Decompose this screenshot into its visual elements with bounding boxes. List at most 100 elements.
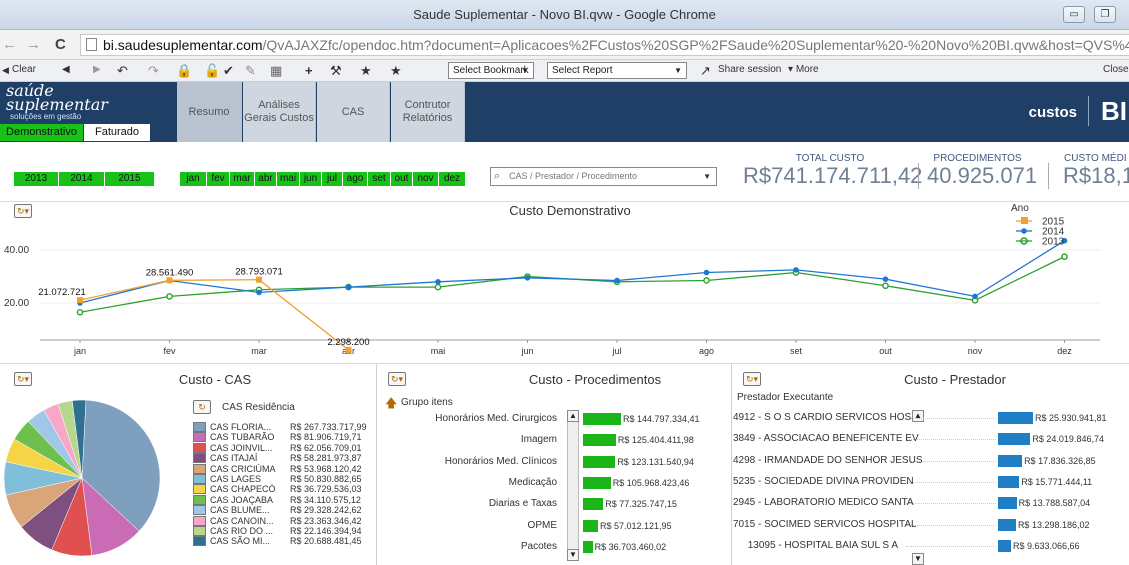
brand-label: custos (1028, 104, 1077, 121)
filter-year-2014[interactable]: 2014 (59, 172, 104, 186)
prest-row[interactable]: 4298 - IRMANDADE DO SENHOR JESUS R$ 17.83… (733, 453, 1129, 469)
cycle-chart-icon[interactable]: ↻▾ (14, 372, 32, 386)
data-point-2014 (524, 275, 531, 281)
cas-legend-value: R$ 267.733.717,99 (290, 422, 367, 432)
proc-row-bar (583, 434, 616, 447)
legend-swatch (193, 505, 206, 516)
cas-legend-name: CAS ITAJAÍ (210, 453, 258, 464)
prest-row[interactable]: 4912 - S O S CARDIO SERVICOS HOS R$ 25.93… (733, 410, 1129, 426)
x-tick-label: jan (73, 346, 86, 356)
back-selection-icon[interactable]: ◀ (62, 64, 70, 75)
data-label: 28.793.071 (235, 267, 283, 278)
current-selections-icon[interactable]: ✔ (223, 63, 234, 79)
redo-icon[interactable]: ↷ (148, 63, 159, 79)
restore-button[interactable]: ❐ (1094, 6, 1116, 23)
filter-month-mai[interactable]: mai (277, 172, 299, 186)
filter-year-2013[interactable]: 2013 (14, 172, 58, 186)
filter-month-ago[interactable]: ago (343, 172, 367, 186)
filter-month-mar[interactable]: mar (230, 172, 254, 186)
filter-month-out[interactable]: out (391, 172, 412, 186)
leader-line (906, 545, 996, 547)
tab-demonstrativo[interactable]: Demonstrativo (0, 124, 83, 141)
prest-row[interactable]: 3849 - ASSOCIACAO BENEFICENTE EV R$ 24.01… (733, 431, 1129, 447)
proc-row[interactable]: Pacotes R$ 36.703.460,02 (380, 539, 730, 555)
more-button[interactable]: ▾ More (788, 64, 819, 75)
filter-month-jun[interactable]: jun (300, 172, 321, 186)
prest-row[interactable]: 2945 - LABORATORIO MEDICO SANTA R$ 13.788… (733, 495, 1129, 511)
clear-button[interactable]: Clear (12, 64, 36, 75)
proc-row-label: Imagem (520, 434, 557, 446)
cycle-chart-icon[interactable]: ↻▾ (388, 372, 406, 386)
filter-month-dez[interactable]: dez (439, 172, 465, 186)
prest-row-bar (998, 433, 1031, 446)
proc-row[interactable]: Honorários Med. Clínicos R$ 123.131.540,9… (380, 454, 730, 470)
data-point-2014 (345, 284, 352, 290)
reload-icon[interactable]: C (55, 36, 66, 53)
proc-row[interactable]: Honorários Med. Cirurgicos R$ 144.797.334… (380, 411, 730, 427)
forward-selection-icon[interactable]: ▶ (93, 64, 101, 75)
x-tick-label: jul (611, 346, 621, 356)
filter-month-jul[interactable]: jul (322, 172, 342, 186)
share-session-button[interactable]: Share session (718, 64, 781, 75)
prest-row[interactable]: 5235 - SOCIEDADE DIVINA PROVIDEN R$ 15.77… (733, 474, 1129, 490)
prest-row-label: 5235 - SOCIEDADE DIVINA PROVIDEN (733, 475, 914, 487)
filter-year-2015[interactable]: 2015 (105, 172, 154, 186)
proc-row[interactable]: OPME R$ 57.012.121,95 (380, 518, 730, 534)
proc-row[interactable]: Diarias e Taxas R$ 77.325.747,15 (380, 496, 730, 512)
chart-icon[interactable]: ▦ (270, 63, 282, 79)
browser-address-bar: ← → C bi.saudesuplementar.com/QvAJAXZfc/… (0, 30, 1129, 60)
unlock-icon[interactable]: 🔓 (204, 63, 220, 79)
repository-icon[interactable]: ⚒ (330, 63, 342, 79)
tab-cas[interactable]: CAS (317, 82, 390, 142)
filter-month-set[interactable]: set (368, 172, 390, 186)
proc-row-value: R$ 57.012.121,95 (599, 520, 672, 531)
data-point-2014 (256, 289, 262, 296)
cycle-chart-icon[interactable]: ↻▾ (743, 372, 761, 386)
data-point-2013 (703, 277, 710, 284)
filter-month-jan[interactable]: jan (180, 172, 206, 186)
proc-row[interactable]: Medicação R$ 105.968.423,46 (380, 475, 730, 491)
forward-icon[interactable]: → (26, 36, 41, 53)
select-report-dropdown[interactable]: Select Report ▼ (547, 62, 687, 79)
clear-icon[interactable]: ◀ (2, 65, 9, 76)
scroll-down-icon[interactable]: ▼ (912, 553, 924, 565)
app-logo: saúde suplementar (6, 83, 108, 113)
proc-row[interactable]: Imagem R$ 125.404.411,98 (380, 432, 730, 448)
kpi-total-custo-value: R$741.174.711,42 (743, 163, 923, 188)
data-label: 28.561.490 (146, 267, 194, 278)
filter-month-nov[interactable]: nov (413, 172, 438, 186)
bookmark-icon[interactable]: ★ (390, 63, 402, 79)
legend-swatch (193, 442, 206, 453)
proc-row-value: R$ 123.131.540,94 (617, 456, 694, 467)
bookmark-add-icon[interactable]: ★ (360, 63, 372, 79)
prest-row[interactable]: 7015 - SOCIMED SERVICOS HOSPITAL R$ 13.29… (733, 517, 1129, 533)
lock-icon[interactable]: 🔒 (176, 63, 192, 79)
tab-faturado[interactable]: Faturado (84, 124, 150, 141)
proc-group-label: Grupo itens (401, 397, 453, 408)
undo-icon[interactable]: ↶ (117, 63, 128, 79)
share-icon[interactable]: ↗ (700, 63, 711, 79)
brand-separator (1088, 96, 1089, 126)
back-icon[interactable]: ← (2, 36, 17, 53)
edit-icon[interactable]: ✎ (245, 63, 256, 79)
minimize-button[interactable]: ▭ (1063, 6, 1085, 23)
panel-divider (376, 364, 377, 565)
add-icon[interactable]: + (305, 63, 313, 78)
prest-row-value: R$ 13.298.186,02 (1017, 519, 1090, 530)
url-field[interactable]: bi.saudesuplementar.com/QvAJAXZfc/opendo… (80, 34, 1129, 56)
cas-legend-title: CAS Residência (222, 402, 295, 413)
filter-month-fev[interactable]: fev (207, 172, 229, 186)
filter-month-abr[interactable]: abr (255, 172, 276, 186)
cycle-legend-icon[interactable]: ↻ (193, 400, 211, 414)
tab-analises-gerais[interactable]: Análises Gerais Custos (243, 82, 316, 142)
kpi-custo-medio-value: R$18,1 (1063, 163, 1129, 188)
tab-construtor-relatorios[interactable]: Contrutor Relatórios (391, 82, 465, 142)
search-combo[interactable]: ⌕ CAS / Prestador / Procedimento ▼ (490, 167, 717, 186)
prest-row-label: 7015 - SOCIMED SERVICOS HOSPITAL (733, 518, 917, 530)
close-button[interactable]: Close (1103, 64, 1129, 75)
tab-resumo[interactable]: Resumo (177, 82, 242, 142)
legend-swatch (193, 422, 206, 432)
select-bookmark-dropdown[interactable]: Select Bookmark ▼ (448, 62, 534, 79)
prest-row[interactable]: 13095 - HOSPITAL BAIA SUL S A R$ 9.633.06… (733, 538, 1129, 554)
data-point-2013 (166, 293, 173, 300)
